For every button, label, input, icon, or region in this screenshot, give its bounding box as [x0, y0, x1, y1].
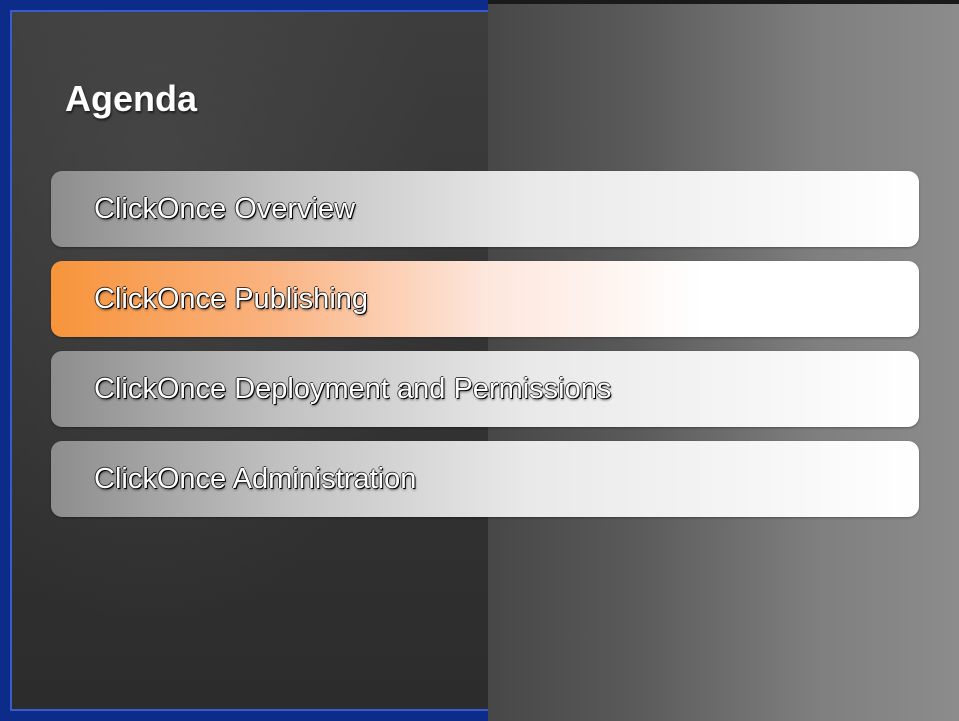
- agenda-item-publishing[interactable]: ClickOnce Publishing: [51, 261, 919, 337]
- agenda-item-label: ClickOnce Publishing: [94, 282, 369, 315]
- agenda-item-deployment-permissions[interactable]: ClickOnce Deployment and Permissions: [51, 351, 919, 427]
- agenda-list: ClickOnce Overview ClickOnce Publishing …: [51, 171, 919, 531]
- agenda-item-administration[interactable]: ClickOnce Administration: [51, 441, 919, 517]
- agenda-item-overview[interactable]: ClickOnce Overview: [51, 171, 919, 247]
- agenda-item-label: ClickOnce Administration: [94, 462, 417, 495]
- top-border-strip: [488, 0, 959, 4]
- presentation-slide: Agenda ClickOnce Overview ClickOnce Publ…: [0, 0, 959, 721]
- agenda-item-label: ClickOnce Overview: [94, 192, 356, 225]
- agenda-item-label: ClickOnce Deployment and Permissions: [94, 372, 612, 405]
- slide-title: Agenda: [65, 78, 198, 119]
